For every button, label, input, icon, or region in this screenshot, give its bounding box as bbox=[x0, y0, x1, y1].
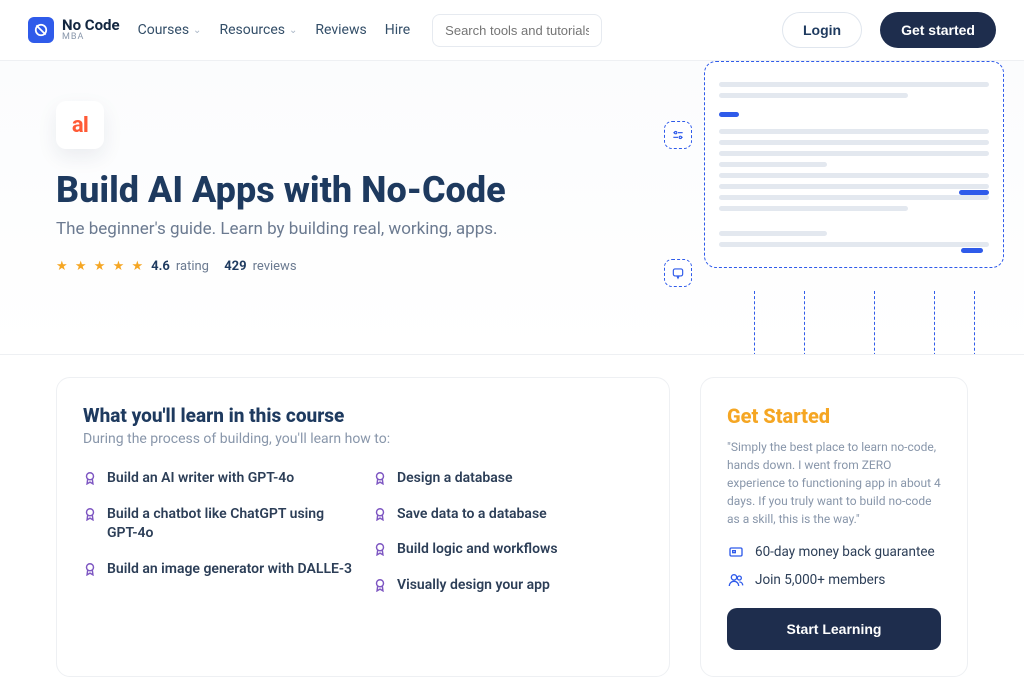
guarantee-row: 60-day money back guarantee bbox=[727, 544, 941, 560]
decorative-document bbox=[704, 61, 1004, 268]
logo-icon bbox=[28, 17, 54, 43]
content-row: What you'll learn in this course During … bbox=[0, 355, 1024, 677]
ribbon-icon bbox=[83, 562, 97, 576]
rating-value: 4.6 bbox=[151, 259, 170, 274]
ai-glyph: aI bbox=[72, 113, 88, 138]
get-started-button[interactable]: Get started bbox=[880, 12, 996, 48]
list-item: Build an AI writer with GPT-4o bbox=[83, 469, 353, 489]
login-button[interactable]: Login bbox=[782, 12, 862, 48]
nav-resources[interactable]: Resources ⌄ bbox=[219, 22, 297, 38]
get-started-card: Get Started "Simply the best place to le… bbox=[700, 377, 968, 677]
learn-lead: During the process of building, you'll l… bbox=[83, 431, 643, 447]
testimonial-quote: "Simply the best place to learn no-code,… bbox=[727, 438, 941, 528]
logo-main: No Code bbox=[62, 18, 120, 33]
review-label: reviews bbox=[253, 259, 297, 274]
decorative-lines bbox=[744, 291, 984, 355]
chevron-down-icon: ⌄ bbox=[193, 25, 201, 36]
logo-sub: MBA bbox=[62, 33, 120, 42]
header: No Code MBA Courses ⌄ Resources ⌄ Review… bbox=[0, 0, 1024, 61]
learn-text: Save data to a database bbox=[397, 505, 547, 525]
learn-col-1: Build an AI writer with GPT-4o Build a c… bbox=[83, 469, 353, 595]
nav-label: Resources bbox=[219, 22, 285, 38]
search-box bbox=[432, 14, 602, 47]
star-icons: ★ ★ ★ ★ ★ bbox=[56, 259, 145, 274]
ribbon-icon bbox=[373, 507, 387, 521]
learn-text: Build logic and workflows bbox=[397, 540, 558, 560]
nav-label: Reviews bbox=[315, 22, 366, 38]
nav-hire[interactable]: Hire bbox=[385, 22, 410, 38]
members-row: Join 5,000+ members bbox=[727, 572, 941, 588]
hero: aI Build AI Apps with No-Code The beginn… bbox=[0, 61, 1024, 355]
logo-text: No Code MBA bbox=[62, 18, 120, 42]
rating-label: rating bbox=[176, 259, 209, 274]
learn-text: Visually design your app bbox=[397, 576, 550, 596]
list-item: Save data to a database bbox=[373, 505, 643, 525]
learn-col-2: Design a database Save data to a databas… bbox=[373, 469, 643, 595]
ribbon-icon bbox=[83, 471, 97, 485]
settings-chip-icon bbox=[664, 121, 692, 149]
ribbon-icon bbox=[373, 542, 387, 556]
guarantee-icon bbox=[727, 544, 745, 560]
chevron-down-icon: ⌄ bbox=[289, 25, 297, 36]
course-icon: aI bbox=[56, 101, 104, 149]
guarantee-text: 60-day money back guarantee bbox=[755, 544, 935, 560]
list-item: Design a database bbox=[373, 469, 643, 489]
nav-label: Courses bbox=[138, 22, 189, 38]
sidebar-heading: Get Started bbox=[727, 404, 941, 428]
list-item: Build logic and workflows bbox=[373, 540, 643, 560]
list-item: Build an image generator with DALLE-3 bbox=[83, 560, 353, 580]
members-text: Join 5,000+ members bbox=[755, 572, 885, 588]
list-item: Visually design your app bbox=[373, 576, 643, 596]
logo[interactable]: No Code MBA bbox=[28, 17, 120, 43]
ribbon-icon bbox=[83, 507, 97, 521]
learn-heading: What you'll learn in this course bbox=[83, 404, 643, 427]
learn-card: What you'll learn in this course During … bbox=[56, 377, 670, 677]
nav-label: Hire bbox=[385, 22, 410, 38]
nav-reviews[interactable]: Reviews bbox=[315, 22, 366, 38]
ribbon-icon bbox=[373, 578, 387, 592]
start-learning-button[interactable]: Start Learning bbox=[727, 608, 941, 650]
learn-text: Design a database bbox=[397, 469, 513, 489]
search-input[interactable] bbox=[432, 14, 602, 47]
members-icon bbox=[727, 572, 745, 588]
learn-text: Build an image generator with DALLE-3 bbox=[107, 560, 352, 580]
nav-courses[interactable]: Courses ⌄ bbox=[138, 22, 202, 38]
chat-chip-icon bbox=[664, 259, 692, 287]
review-count: 429 bbox=[224, 259, 246, 274]
list-item: Build a chatbot like ChatGPT using GPT-4… bbox=[83, 505, 353, 544]
learn-text: Build a chatbot like ChatGPT using GPT-4… bbox=[107, 505, 353, 544]
learn-text: Build an AI writer with GPT-4o bbox=[107, 469, 294, 489]
ribbon-icon bbox=[373, 471, 387, 485]
